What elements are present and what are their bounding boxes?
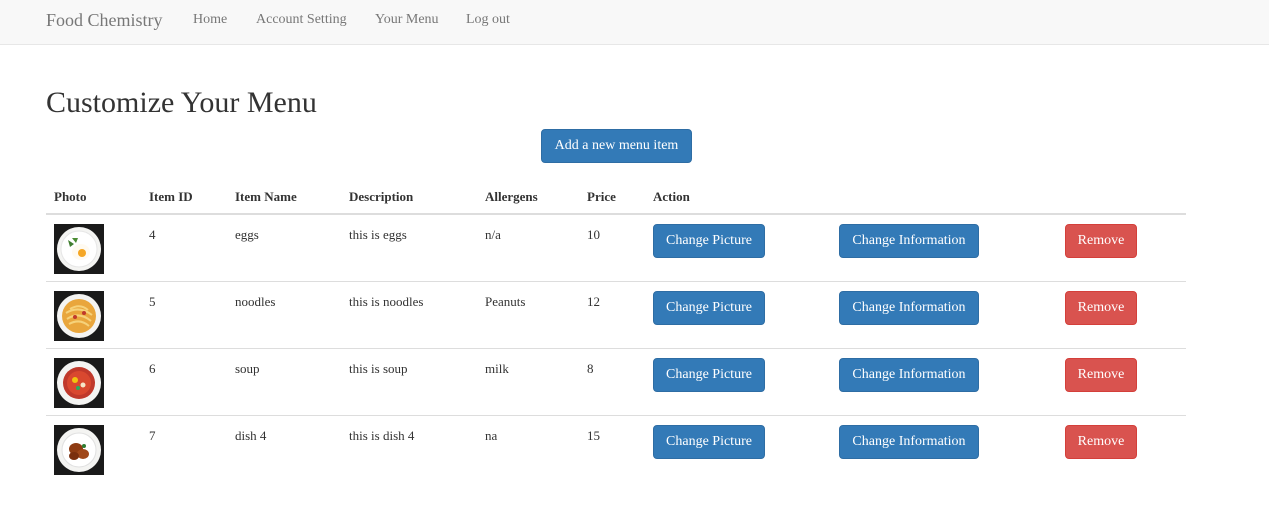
item-allergens: Peanuts	[485, 294, 526, 309]
header-action: Action	[653, 189, 690, 204]
item-name: eggs	[235, 227, 259, 242]
item-description: this is eggs	[349, 227, 407, 242]
item-description: this is noodles	[349, 294, 424, 309]
remove-button[interactable]: Remove	[1065, 425, 1137, 459]
item-name: soup	[235, 361, 260, 376]
item-id: 7	[149, 428, 156, 443]
item-description: this is soup	[349, 361, 408, 376]
food-photo	[54, 358, 104, 408]
item-price: 15	[587, 428, 600, 443]
nav-log-out[interactable]: Log out	[466, 12, 510, 28]
table-row: 6 soup this is soup milk 8 Change Pictur…	[46, 349, 1186, 416]
page-title: Customize Your Menu	[46, 86, 317, 119]
change-picture-button[interactable]: Change Picture	[653, 425, 765, 459]
food-photo	[54, 224, 104, 274]
table-row: 5 noodles this is noodles Peanuts 12 Cha…	[46, 282, 1186, 349]
change-information-button[interactable]: Change Information	[839, 358, 979, 392]
header-item-id: Item ID	[149, 189, 193, 204]
change-information-button[interactable]: Change Information	[839, 425, 979, 459]
change-picture-button[interactable]: Change Picture	[653, 224, 765, 258]
navbar: Food Chemistry Home Account Setting Your…	[0, 0, 1269, 45]
item-allergens: n/a	[485, 227, 501, 242]
header-price: Price	[587, 189, 616, 204]
nav-your-menu[interactable]: Your Menu	[375, 12, 439, 28]
item-id: 5	[149, 294, 156, 309]
change-information-button[interactable]: Change Information	[839, 291, 979, 325]
item-description: this is dish 4	[349, 428, 415, 443]
item-price: 10	[587, 227, 600, 242]
item-allergens: na	[485, 428, 498, 443]
table-row: 7 dish 4 this is dish 4 na 15 Change Pic…	[46, 416, 1186, 483]
add-menu-item-button[interactable]: Add a new menu item	[541, 129, 692, 163]
food-photo	[54, 291, 104, 341]
item-price: 12	[587, 294, 600, 309]
remove-button[interactable]: Remove	[1065, 224, 1137, 258]
header-photo: Photo	[54, 189, 87, 204]
item-id: 4	[149, 227, 156, 242]
nav-account-setting[interactable]: Account Setting	[256, 12, 347, 28]
remove-button[interactable]: Remove	[1065, 291, 1137, 325]
header-allergens: Allergens	[485, 189, 538, 204]
brand-link[interactable]: Food Chemistry	[46, 10, 163, 31]
remove-button[interactable]: Remove	[1065, 358, 1137, 392]
change-picture-button[interactable]: Change Picture	[653, 291, 765, 325]
item-name: dish 4	[235, 428, 267, 443]
header-description: Description	[349, 189, 414, 204]
nav-home[interactable]: Home	[193, 12, 227, 28]
item-price: 8	[587, 361, 594, 376]
table-row: 4 eggs this is eggs n/a 10 Change Pictur…	[46, 215, 1186, 282]
header-item-name: Item Name	[235, 189, 297, 204]
change-picture-button[interactable]: Change Picture	[653, 358, 765, 392]
food-photo	[54, 425, 104, 475]
item-allergens: milk	[485, 361, 509, 376]
change-information-button[interactable]: Change Information	[839, 224, 979, 258]
item-id: 6	[149, 361, 156, 376]
item-name: noodles	[235, 294, 276, 309]
